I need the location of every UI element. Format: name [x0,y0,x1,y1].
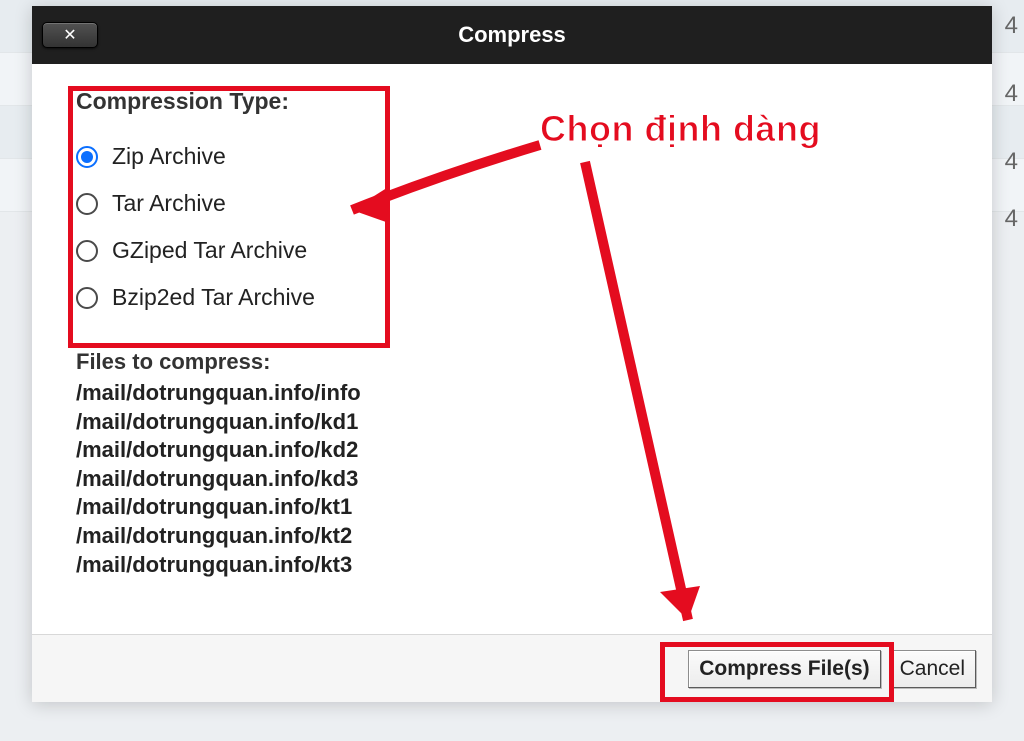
dialog-body: Compression Type: Zip Archive Tar Archiv… [32,64,992,634]
dialog-title: Compress [32,22,992,48]
radio-label: GZiped Tar Archive [112,237,307,264]
radio-label: Zip Archive [112,143,226,170]
compress-dialog: ✕ Compress Compression Type: Zip Archive… [32,6,992,702]
radio-icon [76,193,98,215]
radio-option-bzip2ed-tar[interactable]: Bzip2ed Tar Archive [76,274,948,321]
compression-type-group: Zip Archive Tar Archive GZiped Tar Archi… [76,133,948,321]
close-icon: ✕ [63,25,76,45]
bg-number: 4 [1005,148,1018,176]
radio-label: Tar Archive [112,190,226,217]
bg-number: 4 [1005,80,1018,108]
radio-icon [76,287,98,309]
file-path: /mail/dotrungquan.info/kd3 [76,465,948,494]
files-to-compress-label: Files to compress: [76,349,948,375]
radio-label: Bzip2ed Tar Archive [112,284,315,311]
file-path: /mail/dotrungquan.info/kt3 [76,551,948,580]
close-button[interactable]: ✕ [42,22,98,48]
bg-number: 4 [1005,12,1018,40]
file-path: /mail/dotrungquan.info/info [76,379,948,408]
radio-icon [76,240,98,262]
radio-option-gziped-tar[interactable]: GZiped Tar Archive [76,227,948,274]
file-path: /mail/dotrungquan.info/kd2 [76,436,948,465]
radio-icon [76,146,98,168]
compress-files-button[interactable]: Compress File(s) [688,650,880,688]
file-path: /mail/dotrungquan.info/kt1 [76,493,948,522]
bg-number: 4 [1005,205,1018,233]
radio-option-tar[interactable]: Tar Archive [76,180,948,227]
file-list: /mail/dotrungquan.info/info /mail/dotrun… [76,379,948,579]
file-path: /mail/dotrungquan.info/kt2 [76,522,948,551]
file-path: /mail/dotrungquan.info/kd1 [76,408,948,437]
annotation-text: Chọn định dàng [540,108,821,150]
cancel-button[interactable]: Cancel [889,650,976,688]
dialog-titlebar: ✕ Compress [32,6,992,64]
dialog-footer: Compress File(s) Cancel [32,634,992,702]
